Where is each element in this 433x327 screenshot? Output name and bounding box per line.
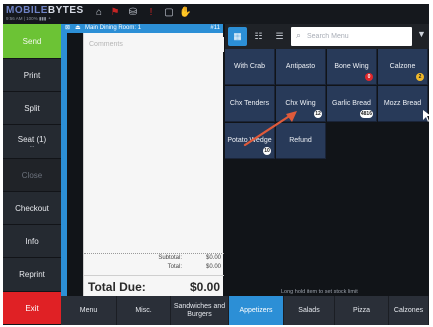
category-calzones[interactable]: Calzones	[389, 296, 429, 325]
print-button[interactable]: Print	[3, 59, 61, 92]
close-label: Close	[21, 170, 43, 180]
menu-item-chx-tenders[interactable]: Chx Tenders	[225, 86, 275, 122]
category-label: Sandwiches and Burgers	[173, 302, 226, 318]
category-label: Menu	[79, 306, 98, 314]
menu-item-garlic-bread[interactable]: Garlic Bread 4816	[327, 86, 377, 122]
totals-block: Subtotal: $0.00 Total: $0.00	[84, 253, 224, 273]
order-number: #11	[210, 25, 220, 31]
category-sandwiches-and-burgers[interactable]: Sandwiches and Burgers	[171, 296, 229, 325]
total-value: $0.00	[205, 264, 221, 270]
menu-item-label: Refund	[289, 137, 312, 144]
compact-view-icon[interactable]: ☰	[270, 27, 289, 46]
menu-item-calzone[interactable]: Calzone 2	[378, 49, 428, 85]
checkout-label: Checkout	[15, 203, 49, 213]
stock-badge: 4816	[359, 110, 373, 118]
menu-item-label: Mozz Bread	[383, 100, 422, 107]
reprint-button[interactable]: Reprint	[3, 258, 61, 292]
category-pizza[interactable]: Pizza	[335, 296, 389, 325]
close-button[interactable]: Close	[3, 159, 61, 192]
menu-item-antipasto[interactable]: Antipasto	[276, 49, 326, 85]
seat-button[interactable]: Seat (1)...	[3, 125, 61, 159]
filter-icon[interactable]: ▼	[417, 29, 426, 39]
category-label: Misc.	[135, 306, 152, 314]
menu-item-bone-wing[interactable]: Bone Wing 0	[327, 49, 377, 85]
checkout-button[interactable]: Checkout	[3, 192, 61, 225]
exit-label: Exit	[25, 303, 39, 313]
seat-more-dots: ...	[29, 143, 35, 149]
order-room: Main Dining Room: 1	[85, 25, 142, 31]
menu-item-potato-wedge[interactable]: Potato Wedge 10	[225, 123, 275, 159]
seat-strip[interactable]	[61, 24, 67, 296]
search-icon: ⌕	[296, 30, 302, 40]
stock-badge: 10	[263, 147, 271, 155]
close-order-icon[interactable]: ⊠	[65, 24, 70, 33]
menu-item-label: With Crab	[233, 63, 266, 70]
home-icon[interactable]: ⌂	[93, 7, 105, 19]
menu-item-label: Calzone	[389, 63, 416, 70]
send-button[interactable]: Send	[3, 24, 61, 59]
subtotal-row: Subtotal: $0.00	[84, 255, 224, 264]
total-due-label: Total Due:	[88, 280, 146, 294]
reprint-label: Reprint	[19, 270, 45, 279]
logo-part-1: MOBILE	[6, 5, 48, 16]
split-button[interactable]: Split	[3, 92, 61, 125]
menu-item-label: Chx Tenders	[229, 100, 270, 107]
menu-grid: With Crab Antipasto Bone Wing 0 Calzone 2 …	[225, 49, 429, 289]
stock-badge: 2	[416, 73, 424, 81]
category-salads[interactable]: Salads	[284, 296, 335, 325]
subtotal-value: $0.00	[205, 255, 221, 261]
comments-input[interactable]	[84, 37, 224, 52]
menu-item-label: Chx Wing	[285, 100, 316, 107]
order-panel: Subtotal: $0.00 Total: $0.00 Total Due: …	[83, 33, 224, 296]
menu-item-label: Antipasto	[285, 63, 316, 70]
alert-icon[interactable]: !	[145, 7, 157, 19]
menu-item-chx-wing[interactable]: Chx Wing 12	[276, 86, 326, 122]
menu-item-with-crab[interactable]: With Crab	[225, 49, 275, 85]
hand-icon[interactable]: ✋	[179, 7, 191, 19]
top-bar: MOBILEBYTES 9:56 AM | 100% ▮▮▮ ⚬ ⌂ ⚑ ⛁ !…	[3, 4, 429, 24]
total-due-value: $0.00	[189, 280, 220, 294]
print-label: Print	[23, 70, 41, 80]
stock-badge: 0	[365, 73, 373, 81]
category-label: Salads	[298, 306, 320, 314]
category-menu[interactable]: Menu	[61, 296, 117, 325]
category-bar: Menu Misc. Sandwiches and Burgers Appeti…	[61, 296, 429, 325]
split-label: Split	[24, 103, 40, 113]
stock-limit-hint: Long hold item to set stock limit	[281, 289, 358, 295]
pos-screen: MOBILEBYTES 9:56 AM | 100% ▮▮▮ ⚬ ⌂ ⚑ ⛁ !…	[3, 4, 429, 325]
order-header: ⊠ ⏏ Main Dining Room: 1 #11	[61, 24, 223, 33]
search-input[interactable]	[307, 27, 407, 46]
grid-view-icon[interactable]: ▦	[228, 27, 247, 46]
search-box: ⌕	[291, 27, 412, 46]
info-button[interactable]: Info	[3, 225, 61, 258]
chat-icon[interactable]: ▢	[163, 7, 175, 19]
menu-item-label: Garlic Bread	[332, 100, 371, 107]
category-label: Calzones	[393, 306, 424, 314]
flag-icon[interactable]: ⚑	[109, 7, 121, 19]
exit-button[interactable]: Exit	[3, 292, 61, 325]
category-label: Pizza	[352, 306, 371, 314]
total-due: Total Due: $0.00	[84, 275, 224, 296]
list-view-icon[interactable]: ☷	[249, 27, 268, 46]
logo-part-2: BYTES	[47, 5, 84, 16]
category-appetizers[interactable]: Appetizers	[229, 296, 284, 325]
total-label: Total:	[167, 264, 182, 270]
category-misc[interactable]: Misc.	[117, 296, 171, 325]
menu-toolbar: ▦ ☷ ☰ ⌕ ▼	[225, 24, 429, 49]
table-icon: ⏏	[75, 25, 81, 31]
subtotal-label: Subtotal:	[158, 255, 182, 261]
comments-box	[84, 33, 224, 52]
info-label: Info	[25, 236, 39, 246]
menu-item-mozz-bread[interactable]: Mozz Bread	[378, 86, 428, 122]
menu-item-label: Potato Wedge	[227, 137, 272, 144]
total-row: Total: $0.00	[84, 264, 224, 273]
send-label: Send	[22, 36, 42, 46]
stock-badge: 12	[314, 110, 322, 118]
menu-item-refund[interactable]: Refund	[276, 123, 326, 159]
bag-icon[interactable]: ⛁	[127, 7, 139, 19]
menu-item-label: Bone Wing	[334, 63, 369, 70]
status-readout: 9:56 AM | 100% ▮▮▮ ⚬	[6, 16, 52, 21]
category-label: Appetizers	[239, 306, 273, 314]
app-logo: MOBILEBYTES	[6, 5, 84, 16]
